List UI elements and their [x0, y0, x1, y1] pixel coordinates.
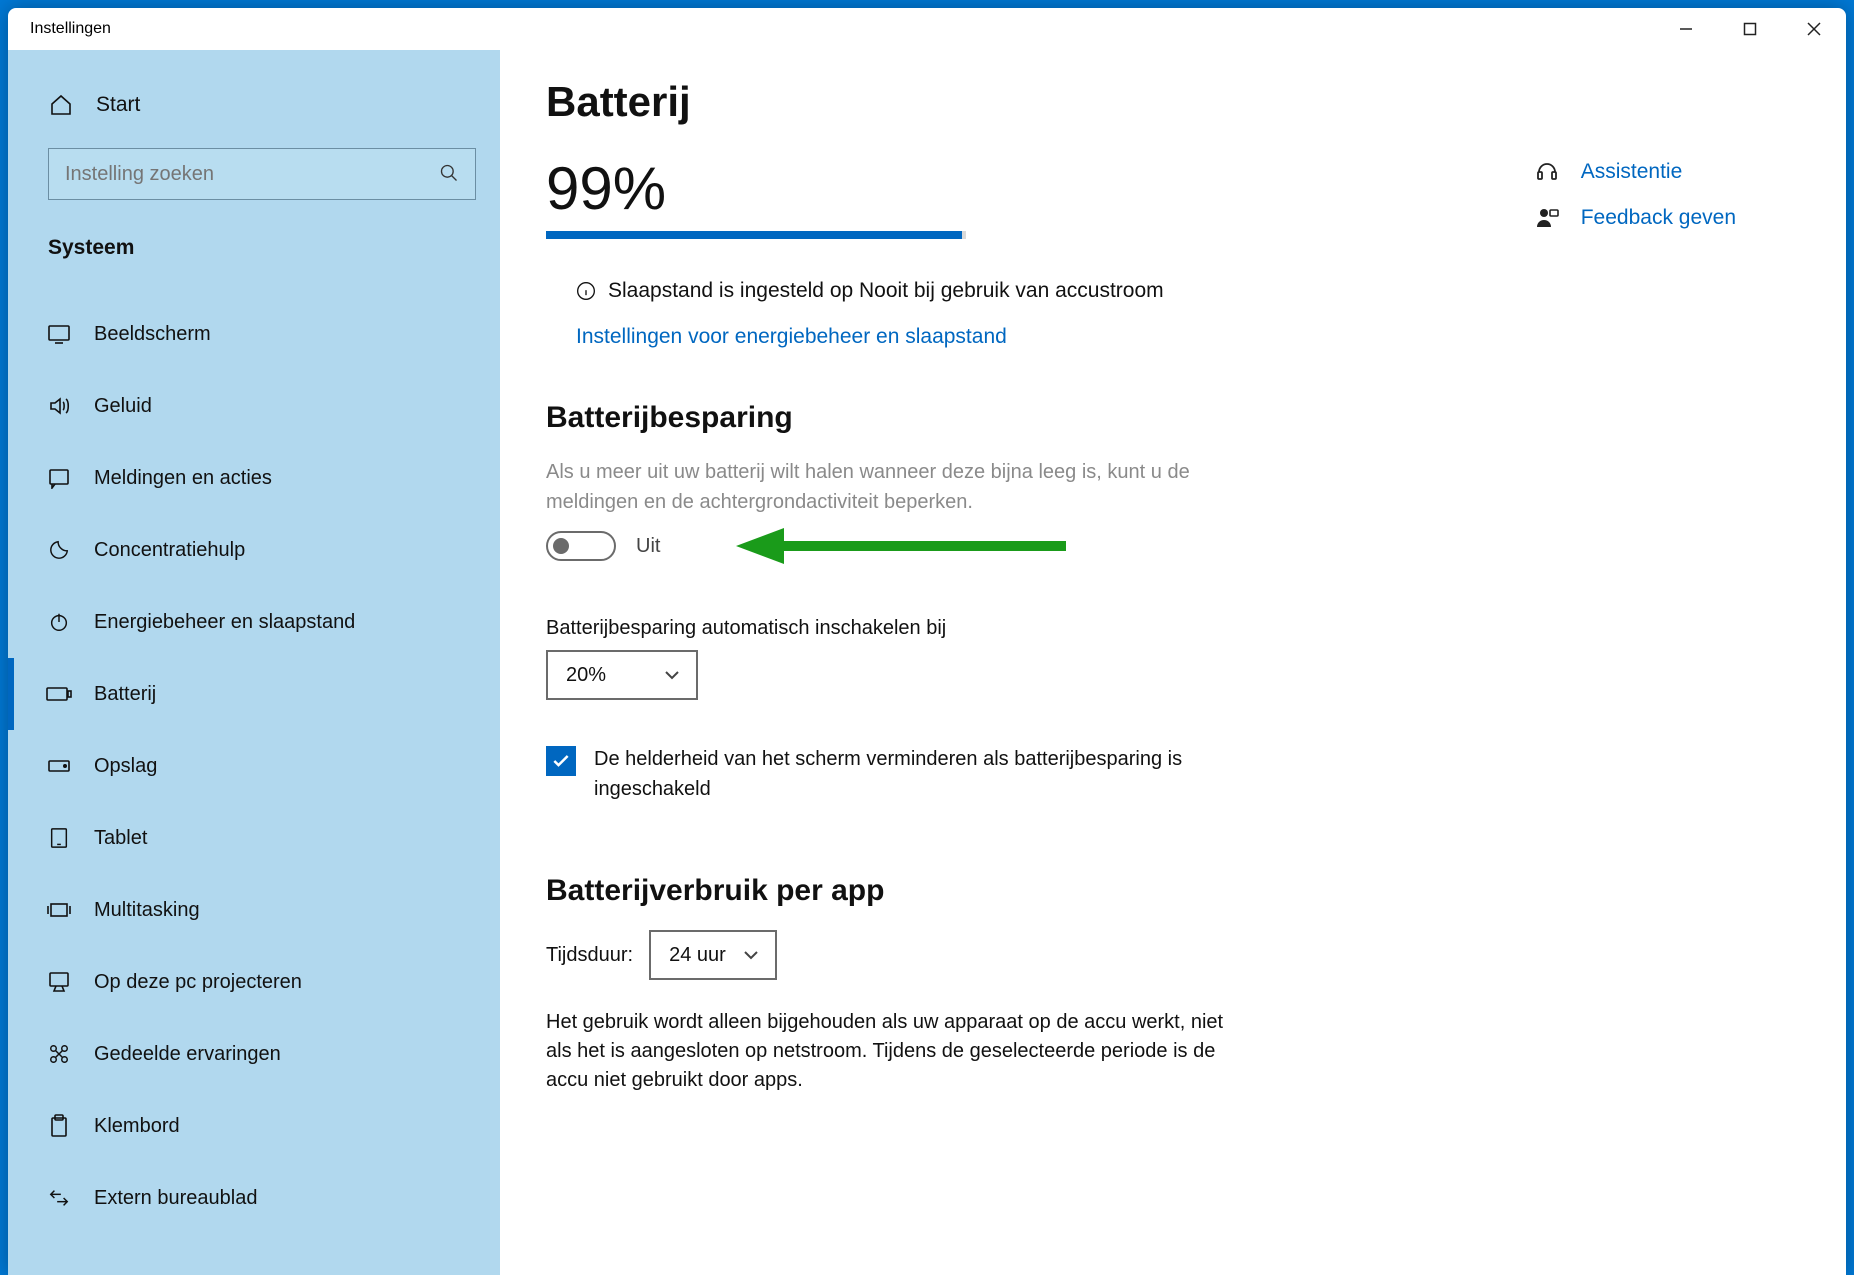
sidebar-item-label: Energiebeheer en slaapstand	[94, 611, 355, 634]
sidebar-item-label: Meldingen en acties	[94, 467, 272, 490]
chevron-down-icon	[664, 670, 680, 680]
close-button[interactable]	[1782, 8, 1846, 50]
battery-saver-toggle-row: Uit	[546, 531, 1786, 561]
power-settings-link[interactable]: Instellingen voor energiebeheer en slaap…	[576, 325, 1007, 349]
sidebar-item-label: Geluid	[94, 395, 152, 418]
settings-window: Instellingen Start	[8, 8, 1846, 1275]
auto-enable-dropdown[interactable]: 20%	[546, 650, 698, 700]
sidebar-item-label: Batterij	[94, 683, 156, 706]
duration-row: Tijdsduur: 24 uur	[546, 930, 1786, 980]
sidebar-item-power[interactable]: Energiebeheer en slaapstand	[8, 586, 500, 658]
clipboard-icon	[46, 1113, 72, 1139]
sidebar-item-clipboard[interactable]: Klembord	[8, 1090, 500, 1162]
home-icon	[48, 92, 74, 118]
sidebar-item-label: Tablet	[94, 827, 147, 850]
minimize-button[interactable]	[1654, 8, 1718, 50]
chevron-down-icon	[743, 950, 759, 960]
dropdown-value: 24 uur	[669, 944, 726, 967]
toggle-knob	[553, 538, 569, 554]
sidebar-item-label: Extern bureaublad	[94, 1187, 257, 1210]
annotation-arrow	[736, 524, 1066, 568]
sidebar-item-sound[interactable]: Geluid	[8, 370, 500, 442]
content-area: Start Systeem Beeldscherm	[8, 50, 1846, 1275]
brightness-checkbox-row: De helderheid van het scherm verminderen…	[546, 744, 1246, 804]
window-controls	[1654, 8, 1846, 50]
sidebar-item-label: Op deze pc projecteren	[94, 971, 302, 994]
battery-progress-fill	[546, 231, 962, 239]
home-label: Start	[96, 93, 140, 117]
duration-dropdown[interactable]: 24 uur	[649, 930, 777, 980]
sidebar-item-label: Klembord	[94, 1115, 180, 1138]
projecting-icon	[46, 969, 72, 995]
tablet-icon	[46, 825, 72, 851]
sidebar: Start Systeem Beeldscherm	[8, 50, 500, 1275]
sidebar-item-storage[interactable]: Opslag	[8, 730, 500, 802]
duration-label: Tijdsduur:	[546, 944, 633, 967]
feedback-icon	[1535, 206, 1559, 230]
headset-icon	[1535, 160, 1559, 184]
app-title: Instellingen	[30, 20, 111, 38]
sidebar-item-display[interactable]: Beeldscherm	[8, 298, 500, 370]
battery-saver-toggle[interactable]	[546, 531, 616, 561]
info-icon	[576, 281, 596, 301]
sidebar-item-battery[interactable]: Batterij	[8, 658, 500, 730]
assistance-link[interactable]: Assistentie	[1535, 160, 1736, 184]
battery-saver-desc: Als u meer uit uw batterij wilt halen wa…	[546, 457, 1206, 517]
usage-title: Batterijverbruik per app	[546, 874, 1786, 908]
display-icon	[46, 321, 72, 347]
multitasking-icon	[46, 897, 72, 923]
brightness-checkbox[interactable]	[546, 746, 576, 776]
maximize-button[interactable]	[1718, 8, 1782, 50]
sidebar-item-label: Opslag	[94, 755, 157, 778]
sidebar-item-notifications[interactable]: Meldingen en acties	[8, 442, 500, 514]
auto-enable-label: Batterijbesparing automatisch inschakele…	[546, 617, 1786, 640]
remote-desktop-icon	[46, 1185, 72, 1211]
sidebar-item-label: Beeldscherm	[94, 323, 211, 346]
battery-icon	[46, 681, 72, 707]
brightness-checkbox-label: De helderheid van het scherm verminderen…	[594, 744, 1246, 804]
sidebar-item-shared[interactable]: Gedeelde ervaringen	[8, 1018, 500, 1090]
search-box[interactable]	[48, 148, 476, 200]
moon-icon	[46, 537, 72, 563]
home-nav[interactable]: Start	[8, 78, 500, 132]
sound-icon	[46, 393, 72, 419]
battery-saver-title: Batterijbesparing	[546, 401, 1786, 435]
search-wrap	[48, 148, 460, 200]
usage-desc: Het gebruik wordt alleen bijgehouden als…	[546, 1008, 1226, 1095]
sidebar-item-label: Gedeelde ervaringen	[94, 1043, 281, 1066]
page-title: Batterij	[546, 78, 1786, 126]
sidebar-item-tablet[interactable]: Tablet	[8, 802, 500, 874]
right-links: Assistentie Feedback geven	[1535, 160, 1736, 230]
sidebar-item-remote[interactable]: Extern bureaublad	[8, 1162, 500, 1234]
sidebar-item-label: Concentratiehulp	[94, 539, 245, 562]
search-icon	[439, 163, 459, 183]
toggle-state-label: Uit	[636, 535, 660, 558]
storage-icon	[46, 753, 72, 779]
shared-icon	[46, 1041, 72, 1067]
sidebar-item-focus[interactable]: Concentratiehulp	[8, 514, 500, 586]
titlebar: Instellingen	[8, 8, 1846, 50]
search-input[interactable]	[49, 149, 475, 199]
sidebar-item-projecting[interactable]: Op deze pc projecteren	[8, 946, 500, 1018]
sleep-info-row: Slaapstand is ingesteld op Nooit bij geb…	[576, 279, 1786, 303]
notifications-icon	[46, 465, 72, 491]
feedback-link[interactable]: Feedback geven	[1535, 206, 1736, 230]
power-icon	[46, 609, 72, 635]
sleep-info-text: Slaapstand is ingesteld op Nooit bij geb…	[608, 279, 1164, 303]
sidebar-item-label: Multitasking	[94, 899, 200, 922]
sidebar-item-multitasking[interactable]: Multitasking	[8, 874, 500, 946]
main-content: Assistentie Feedback geven Batterij 99%	[500, 50, 1846, 1275]
feedback-label: Feedback geven	[1581, 206, 1736, 230]
category-label: Systeem	[8, 212, 500, 274]
nav-list: Beeldscherm Geluid Meldingen en acties	[8, 298, 500, 1234]
battery-progress-bar	[546, 231, 966, 239]
dropdown-value: 20%	[566, 664, 606, 687]
assistance-label: Assistentie	[1581, 160, 1683, 184]
